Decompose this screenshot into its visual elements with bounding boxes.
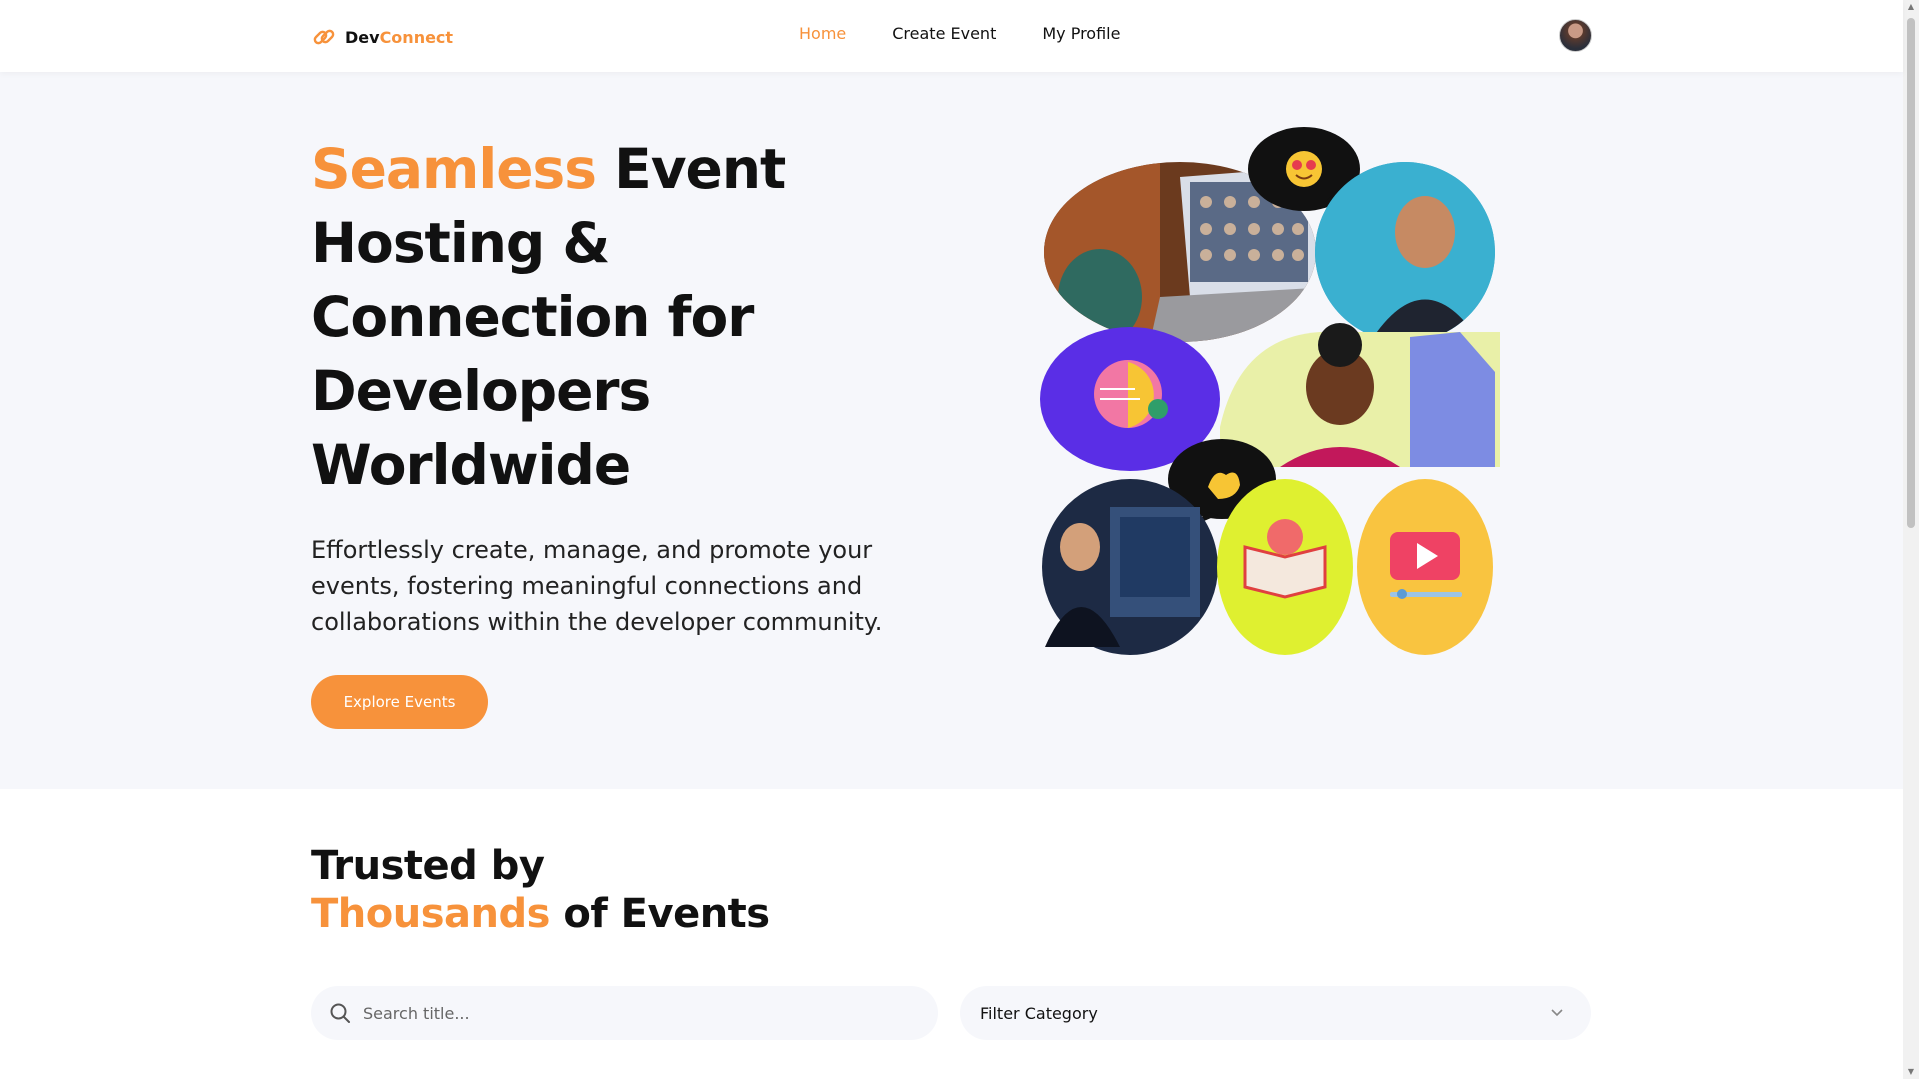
hero-section: Seamless Event Hosting & Connection for … — [0, 72, 1903, 789]
trusted-line2-rest: of Events — [549, 891, 770, 937]
chevron-down-icon — [1551, 1009, 1563, 1017]
nav-create-event[interactable]: Create Event — [892, 24, 996, 43]
nav-home[interactable]: Home — [799, 24, 846, 43]
trusted-accent: Thousands — [311, 891, 550, 937]
scroll-thumb[interactable] — [1907, 18, 1915, 528]
presenter-photo — [1042, 479, 1218, 655]
brand-name-part1: Dev — [345, 27, 380, 47]
brand-logo[interactable]: DevConnect — [311, 24, 453, 50]
search-icon — [330, 1003, 350, 1023]
book-brain-tile — [1217, 479, 1353, 655]
explore-events-button[interactable]: Explore Events — [311, 675, 488, 729]
hero-title: Seamless Event Hosting & Connection for … — [311, 132, 871, 502]
hero-description: Effortlessly create, manage, and promote… — [311, 536, 883, 636]
trusted-heading: Trusted by Thousands of Events — [311, 842, 770, 938]
scroll-up-arrow-icon[interactable]: ▲ — [1907, 3, 1915, 11]
scroll-down-arrow-icon[interactable]: ▼ — [1907, 1068, 1915, 1076]
hero-collage-illustration — [1040, 127, 1500, 655]
hero-title-accent: Seamless — [311, 137, 597, 201]
smiling-woman-photo — [1220, 323, 1500, 467]
link-chain-icon — [313, 29, 335, 45]
user-avatar[interactable] — [1559, 19, 1592, 52]
search-bar[interactable] — [311, 986, 938, 1040]
nav-my-profile[interactable]: My Profile — [1042, 24, 1120, 43]
video-play-tile — [1357, 479, 1493, 655]
filter-category-select[interactable]: Filter Category — [960, 986, 1591, 1040]
main-nav: Home Create Event My Profile — [799, 24, 1120, 43]
site-header: DevConnect Home Create Event My Profile — [0, 0, 1903, 72]
brand-name: DevConnect — [345, 28, 453, 47]
brand-name-part2: Connect — [379, 27, 454, 47]
filter-category-label: Filter Category — [980, 1003, 1098, 1023]
trusted-line1: Trusted by — [311, 843, 545, 889]
search-input[interactable] — [363, 1003, 903, 1023]
page-scrollbar[interactable]: ▲ ▼ — [1903, 0, 1919, 1079]
